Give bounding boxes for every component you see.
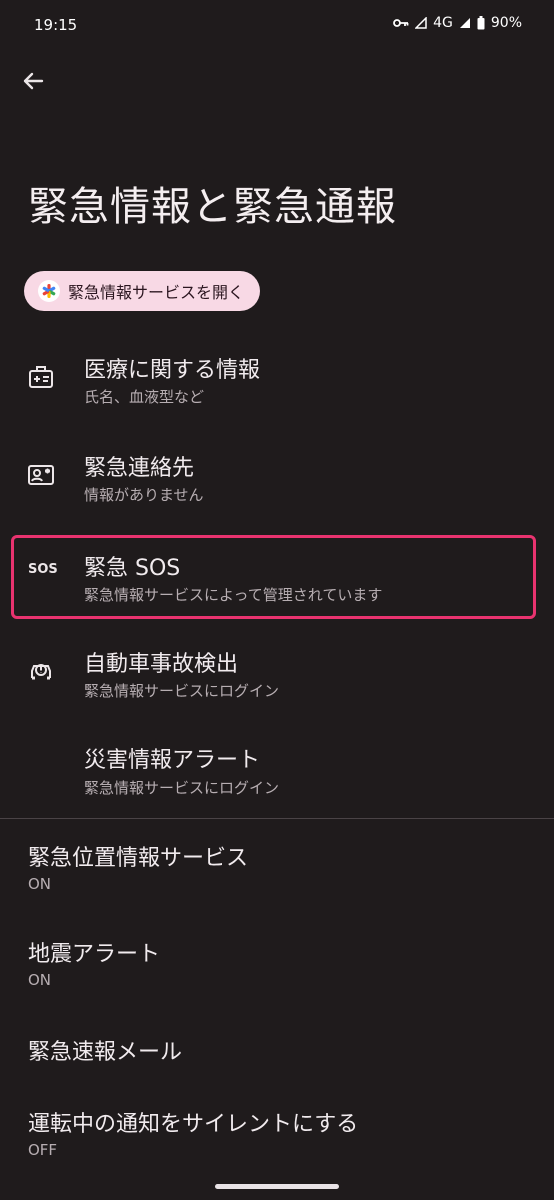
- back-button[interactable]: [18, 66, 48, 96]
- medical-info-icon: [26, 362, 56, 392]
- item-title: 自動車事故検出: [84, 652, 239, 677]
- list-item-emergency-contacts[interactable]: 緊急連絡先 情報がありません: [0, 438, 554, 522]
- signal-icon: [415, 17, 427, 29]
- status-bar: 19:15 4G 90%: [0, 0, 554, 52]
- list-item-medical-info[interactable]: 医療に関する情報 氏名、血液型など: [0, 340, 554, 424]
- highlight-frame: [11, 535, 536, 619]
- item-subtitle: 緊急情報サービスにログイン: [84, 779, 280, 797]
- page-title: 緊急情報と緊急通報: [28, 184, 397, 230]
- setting-driving-dnd[interactable]: 運転中の通知をサイレントにする OFF: [0, 1096, 554, 1172]
- item-title: 災害情報アラート: [84, 748, 261, 773]
- list-item-car-crash-detection[interactable]: 自動車事故検出 緊急情報サービスにログイン: [0, 634, 554, 718]
- setting-value: ON: [28, 875, 52, 893]
- contact-card-icon: [26, 460, 56, 490]
- setting-value: OFF: [28, 1141, 58, 1159]
- list-item-disaster-alert[interactable]: 災害情報アラート 緊急情報サービスにログイン: [0, 732, 554, 816]
- network-type: 4G: [433, 15, 453, 31]
- setting-title: 緊急速報メール: [28, 1040, 183, 1065]
- status-time: 19:15: [34, 16, 78, 34]
- item-subtitle: 氏名、血液型など: [84, 388, 205, 406]
- vpn-key-icon: [393, 17, 409, 29]
- setting-value: ON: [28, 971, 52, 989]
- battery-percent: 90%: [490, 15, 522, 31]
- setting-title: 地震アラート: [28, 942, 161, 967]
- item-title: 医療に関する情報: [84, 358, 261, 383]
- setting-emergency-location-service[interactable]: 緊急位置情報サービス ON: [0, 830, 554, 906]
- chip-label: 緊急情報サービスを開く: [68, 283, 245, 302]
- status-icons: 4G 90%: [393, 15, 522, 31]
- item-subtitle: 情報がありません: [84, 486, 204, 504]
- open-emergency-info-button[interactable]: 緊急情報サービスを開く: [24, 271, 261, 311]
- setting-emergency-alerts[interactable]: 緊急速報メール: [0, 1024, 554, 1080]
- signal-full-icon: [459, 17, 471, 29]
- setting-title: 緊急位置情報サービス: [28, 846, 249, 871]
- home-indicator[interactable]: [215, 1184, 339, 1189]
- item-subtitle: 緊急情報サービスにログイン: [84, 682, 280, 700]
- arrow-back-icon: [23, 72, 44, 90]
- setting-title: 運転中の通知をサイレントにする: [28, 1112, 359, 1137]
- car-crash-icon: [26, 656, 56, 686]
- setting-earthquake-alert[interactable]: 地震アラート ON: [0, 926, 554, 1002]
- section-divider: [0, 818, 554, 819]
- emergency-app-icon: [38, 280, 60, 302]
- item-title: 緊急連絡先: [84, 456, 195, 481]
- battery-icon: [477, 16, 485, 30]
